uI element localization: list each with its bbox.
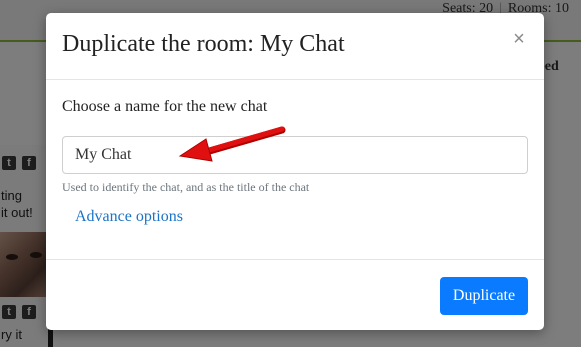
chat-name-label: Choose a name for the new chat (62, 98, 268, 115)
annotation-arrow-icon (178, 126, 286, 162)
duplicate-button[interactable]: Duplicate (440, 277, 528, 315)
dialog-header: Duplicate the room: My Chat × (46, 13, 544, 80)
close-icon[interactable]: × (510, 29, 528, 49)
chat-name-input[interactable] (62, 136, 528, 174)
dialog-title: Duplicate the room: My Chat (62, 31, 345, 57)
advance-options-link[interactable]: Advance options (75, 208, 183, 226)
chat-name-help-text: Used to identify the chat, and as the ti… (62, 180, 310, 194)
duplicate-room-dialog: Duplicate the room: My Chat × Choose a n… (46, 13, 544, 330)
